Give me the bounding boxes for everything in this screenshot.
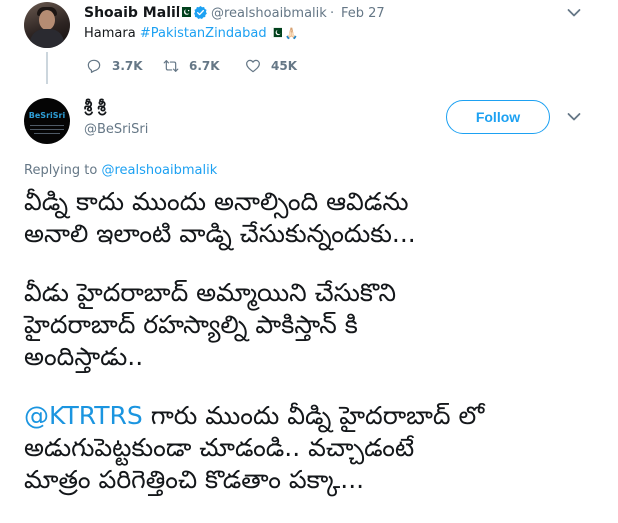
tweet-line: వీడ్ని కాదు ముందు అనాల్సింది ఆవిడను xyxy=(24,187,409,216)
replying-to-line: Replying to @realshoaibmalik xyxy=(24,163,217,178)
tweet-line: మాత్రం పరిగెత్తించి కొడతాం పక్కా... xyxy=(24,465,365,494)
reply-icon xyxy=(87,59,101,73)
reply-tweet-text: వీడ్ని కాదు ముందు అనాల్సింది ఆవిడను అనాల… xyxy=(24,186,618,523)
tweet-paragraph: వీడు హైదరాబాద్ అమ్మాయిని చేసుకొని హైదరాబ… xyxy=(24,277,618,373)
praying-hands-emoji: 🙏🏻 xyxy=(284,27,299,40)
follow-button[interactable]: Follow xyxy=(446,100,550,134)
retweet-button[interactable]: 6.7K xyxy=(163,58,220,74)
chevron-down-icon[interactable] xyxy=(567,8,581,18)
replying-prefix: Replying to xyxy=(24,163,102,178)
tweet-line: @KTRTRS గారు ముందు వీడ్ని హైదరాబాద్ లో xyxy=(24,400,618,432)
heart-icon xyxy=(246,59,260,73)
reply-author-name[interactable]: శ్రీ శ్రీ xyxy=(84,97,106,119)
tweet-line-rest: గారు ముందు వీడ్ని హైదరాబాద్ లో xyxy=(142,401,485,430)
shoaib-avatar[interactable] xyxy=(24,2,70,48)
hashtag-link[interactable]: #PakistanZindabad xyxy=(140,26,267,41)
reply-button[interactable]: 3.7K xyxy=(86,58,143,74)
retweet-icon xyxy=(163,60,179,72)
tweet-line: అడుగుపెట్టకుండా చూడండి.. వచ్చాడంటే xyxy=(24,433,415,462)
like-count: 45K xyxy=(271,59,297,73)
tweet-line: అనాలి ఇలాంటి వాడ్ని చేసుకున్నందుకు... xyxy=(24,219,416,248)
tweet-paragraph: వీడ్ని కాదు ముందు అనాల్సింది ఆవిడను అనాల… xyxy=(24,186,618,250)
tweet-line: అందిస్తాడు.. xyxy=(24,342,144,371)
tweet-text-prefix: Hamara xyxy=(84,26,140,41)
retweet-count: 6.7K xyxy=(189,59,220,73)
chevron-down-icon[interactable] xyxy=(567,112,581,122)
parent-author-handle[interactable]: @realshoaibmalik xyxy=(211,6,327,21)
parent-author-name[interactable]: Shoaib Malik xyxy=(84,5,185,21)
separator-dot: · xyxy=(330,6,335,21)
besrisri-avatar[interactable]: BeSriSri xyxy=(24,98,70,144)
reply-author-handle[interactable]: @BeSriSri xyxy=(84,122,148,137)
verified-badge-icon xyxy=(194,5,207,19)
parent-tweet-text: Hamara #PakistanZindabad 🙏🏻 xyxy=(84,26,298,41)
parent-tweet-date[interactable]: Feb 27 xyxy=(341,6,385,21)
tweet-line: హైదరాబాద్ రహస్యాల్ని పాకిస్తాన్ కి xyxy=(24,310,358,339)
reply-count: 3.7K xyxy=(112,59,143,73)
thread-connector-line xyxy=(46,52,48,84)
like-button[interactable]: 45K xyxy=(245,58,297,74)
ktrtrs-mention[interactable]: @KTRTRS xyxy=(24,401,143,430)
avatar-logo-text: BeSriSri xyxy=(28,111,66,120)
tweet-paragraph: @KTRTRS గారు ముందు వీడ్ని హైదరాబాద్ లో అ… xyxy=(24,400,618,496)
pakistan-flag-emoji-icon xyxy=(270,27,282,38)
replying-to-mention[interactable]: @realshoaibmalik xyxy=(101,163,217,178)
pakistan-flag-icon xyxy=(179,6,191,18)
tweet-line: వీడు హైదరాబాద్ అమ్మాయిని చేసుకొని xyxy=(24,278,397,307)
